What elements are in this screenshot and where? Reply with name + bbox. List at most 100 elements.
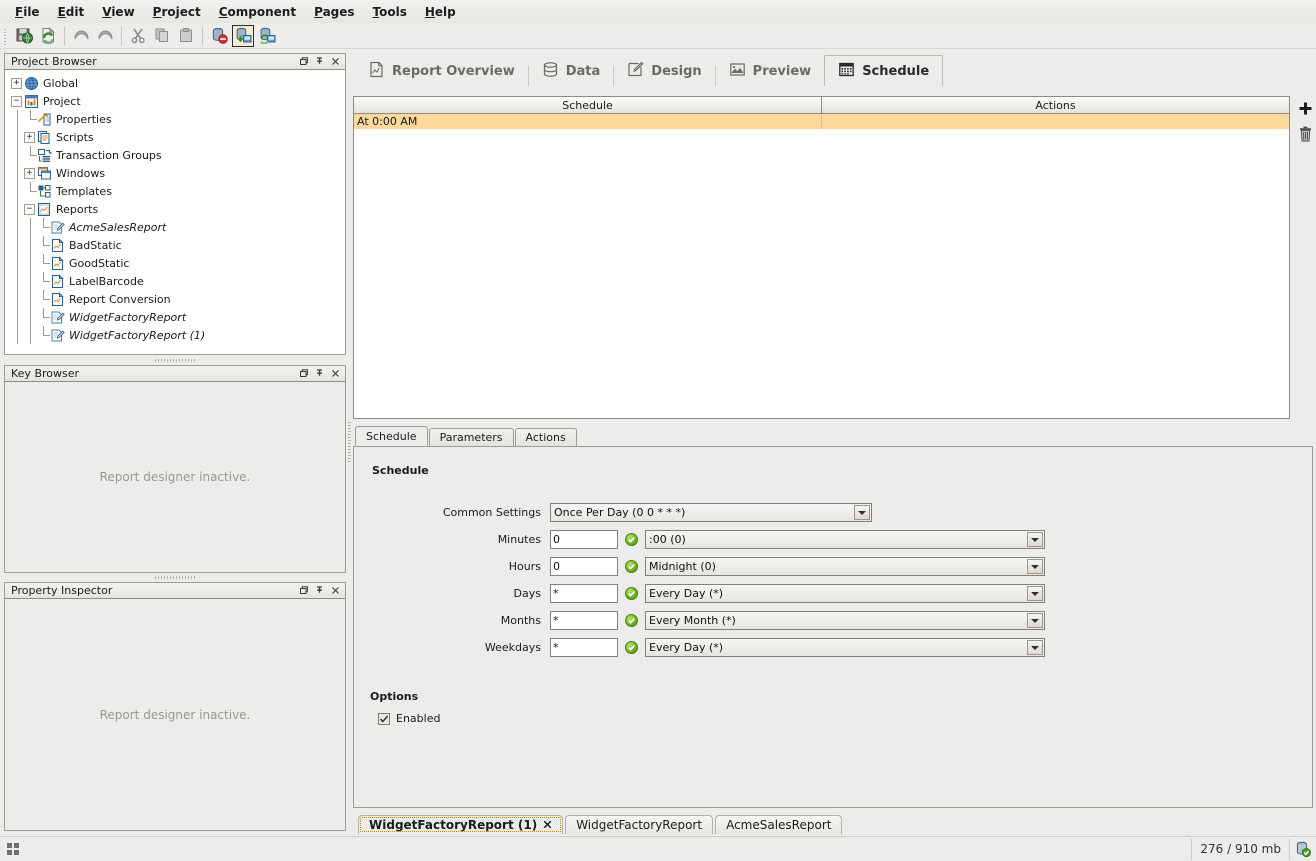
weekdays-dropdown[interactable]: Every Day (*) [645, 638, 1045, 657]
chevron-down-icon[interactable] [854, 505, 870, 520]
expander-scripts[interactable]: + [24, 132, 35, 143]
restore-icon[interactable] [295, 583, 311, 598]
menu-item-help[interactable]: Help [416, 3, 465, 21]
refresh-icon[interactable] [37, 25, 59, 47]
schedule-table[interactable]: Schedule Actions At 0:00 AM [353, 96, 1290, 419]
close-icon[interactable] [543, 818, 552, 832]
enabled-checkbox-row[interactable]: Enabled [378, 712, 440, 725]
undo-icon[interactable] [70, 25, 92, 47]
tree-item-acmesalesreport[interactable]: AcmeSalesReport [11, 218, 345, 236]
pin-icon[interactable] [311, 583, 327, 598]
tree-item-templates[interactable]: Templates [11, 182, 345, 200]
menu-item-project[interactable]: Project [144, 3, 210, 21]
tab-design[interactable]: Design [614, 56, 714, 86]
expander-global[interactable]: + [11, 78, 22, 89]
restore-icon[interactable] [295, 366, 311, 381]
tree-item-widgetfactoryreport-1[interactable]: WidgetFactoryReport (1) [11, 326, 345, 344]
column-header-actions[interactable]: Actions [822, 97, 1289, 114]
tab-actions[interactable]: Actions [515, 428, 577, 446]
project-tree: + Global − Project [5, 70, 345, 344]
enabled-checkbox[interactable] [378, 713, 390, 725]
menu-item-component[interactable]: Component [210, 3, 305, 21]
database-disabled-icon[interactable] [208, 25, 230, 47]
weekdays-valid-icon [625, 641, 638, 654]
menu-item-tools[interactable]: Tools [364, 3, 416, 21]
tree-item-properties[interactable]: Properties [11, 110, 345, 128]
close-icon[interactable] [327, 583, 343, 598]
hours-dropdown[interactable]: Midnight (0) [645, 557, 1045, 576]
tree-item-report-conversion[interactable]: Report Conversion [11, 290, 345, 308]
restore-icon[interactable] [295, 54, 311, 69]
common-settings-dropdown[interactable]: Once Per Day (0 0 * * *) [550, 503, 872, 522]
days-input[interactable]: * [550, 584, 618, 603]
tab-data[interactable]: Data [529, 56, 614, 86]
tree-item-badstatic[interactable]: BadStatic [11, 236, 345, 254]
pin-icon[interactable] [311, 366, 327, 381]
tab-schedule[interactable]: Schedule [824, 55, 943, 86]
tab-parameters[interactable]: Parameters [429, 428, 514, 446]
splitter-main-vertical[interactable] [346, 53, 352, 831]
tree-item-labelbarcode[interactable]: LabelBarcode [11, 272, 345, 290]
chevron-down-icon[interactable] [1027, 559, 1043, 574]
tree-item-scripts[interactable]: + Scripts [11, 128, 345, 146]
tree-item-widgetfactoryreport[interactable]: WidgetFactoryReport [11, 308, 345, 326]
tree-item-transaction-groups[interactable]: Transaction Groups [11, 146, 345, 164]
minutes-dropdown[interactable]: :00 (0) [645, 530, 1045, 549]
tree-item-windows[interactable]: + Windows [11, 164, 345, 182]
tab-schedule-form[interactable]: Schedule [355, 426, 428, 446]
property-inspector-title: Property Inspector [11, 584, 295, 597]
months-dropdown[interactable]: Every Month (*) [645, 611, 1045, 630]
field-row-months: Months * Every Month (*) [354, 611, 1312, 630]
menu-item-file[interactable]: File [6, 3, 49, 21]
tree-guide [11, 182, 24, 200]
memory-indicator[interactable]: 276 / 910 mb [1191, 839, 1290, 860]
database-ok-icon[interactable] [1290, 841, 1316, 857]
save-icon[interactable] [13, 25, 35, 47]
add-schedule-button[interactable] [1295, 98, 1315, 118]
days-dropdown[interactable]: Every Day (*) [645, 584, 1045, 603]
pin-icon[interactable] [311, 54, 327, 69]
menu-item-pages[interactable]: Pages [305, 3, 363, 21]
chevron-down-icon[interactable] [1027, 532, 1043, 547]
tree-item-global[interactable]: + Global [11, 74, 345, 92]
close-icon[interactable] [327, 54, 343, 69]
chevron-down-icon[interactable] [1027, 640, 1043, 655]
weekdays-input[interactable]: * [550, 638, 618, 657]
splitter-project-key[interactable] [4, 355, 346, 365]
close-icon[interactable] [327, 366, 343, 381]
redo-icon[interactable] [94, 25, 116, 47]
doc-tab-acmesalesreport[interactable]: AcmeSalesReport [715, 815, 842, 834]
chevron-down-icon[interactable] [1027, 613, 1043, 628]
expander-windows[interactable]: + [24, 168, 35, 179]
paste-icon[interactable] [175, 25, 197, 47]
menu-item-edit[interactable]: Edit [49, 3, 94, 21]
expander-reports[interactable]: − [24, 204, 35, 215]
tree-item-reports[interactable]: − Reports [11, 200, 345, 218]
project-browser-tree-body[interactable]: + Global − Project [4, 70, 346, 355]
tab-preview[interactable]: Preview [716, 56, 825, 86]
splitter-key-property[interactable] [4, 573, 346, 582]
tree-item-project[interactable]: − Project [11, 92, 345, 110]
tree-item-goodstatic[interactable]: GoodStatic [11, 254, 345, 272]
table-row[interactable]: At 0:00 AM [354, 114, 1289, 129]
column-header-schedule[interactable]: Schedule [354, 97, 822, 114]
database-download-icon[interactable] [232, 25, 254, 47]
months-input[interactable]: * [550, 611, 618, 630]
database-sync-icon[interactable] [256, 25, 278, 47]
hours-input[interactable]: 0 [550, 557, 618, 576]
expander-project[interactable]: − [11, 96, 22, 107]
toolbar-grip[interactable] [3, 27, 10, 45]
doc-tab-widgetfactoryreport-1[interactable]: WidgetFactoryReport (1) [358, 815, 563, 834]
copy-icon[interactable] [151, 25, 173, 47]
cut-icon[interactable] [127, 25, 149, 47]
tab-report-overview[interactable]: Report Overview [355, 56, 528, 86]
doc-tab-widgetfactoryreport[interactable]: WidgetFactoryReport [565, 815, 713, 834]
delete-schedule-button[interactable] [1295, 124, 1315, 144]
tree-label-widgetfactoryreport: WidgetFactoryReport [69, 311, 186, 324]
tree-elbow [37, 236, 50, 254]
minutes-input[interactable]: 0 [550, 530, 618, 549]
menu-item-view[interactable]: View [93, 3, 143, 21]
chevron-down-icon[interactable] [1027, 586, 1043, 601]
menu-file-rest: ile [23, 5, 39, 19]
grid-icon[interactable] [0, 842, 26, 856]
